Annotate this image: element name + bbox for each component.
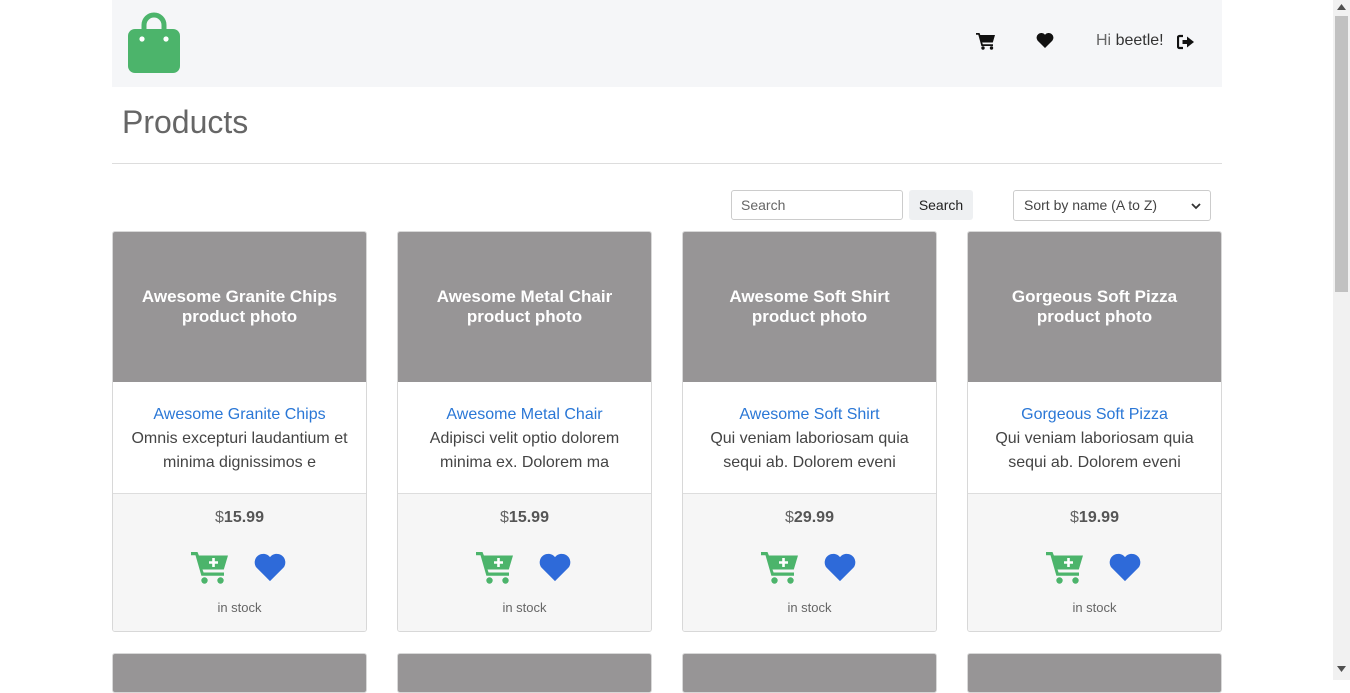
scroll-down-arrow-icon[interactable] [1337, 666, 1346, 672]
product-card-footer: $15.99 in stock [113, 494, 366, 631]
product-description: Adipisci velit optio dolorem minima ex. … [429, 430, 620, 471]
product-card-partial[interactable] [397, 653, 652, 693]
stock-status: in stock [502, 600, 547, 615]
scrollbar-thumb[interactable] [1335, 16, 1348, 292]
chevron-down-icon [1191, 203, 1201, 210]
product-description: Qui veniam laboriosam quia sequi ab. Dol… [995, 430, 1194, 471]
heart-icon[interactable] [1108, 552, 1142, 583]
product-card-body: Gorgeous Soft Pizza Qui veniam laboriosa… [968, 382, 1221, 494]
cart-plus-icon[interactable] [1046, 550, 1084, 584]
product-card: Awesome Metal Chair product photo Awesom… [397, 231, 652, 632]
product-photo[interactable]: Awesome Granite Chips product photo [113, 232, 366, 382]
heart-icon[interactable] [823, 552, 857, 583]
stock-status: in stock [1072, 600, 1117, 615]
price-currency: $ [500, 509, 509, 526]
scroll-up-arrow-icon[interactable] [1337, 4, 1346, 10]
product-card-footer: $19.99 in stock [968, 494, 1221, 631]
product-card-partial[interactable] [967, 653, 1222, 693]
sort-select[interactable]: Sort by name (A to Z) [1013, 190, 1211, 221]
sign-out-icon[interactable] [1177, 34, 1195, 50]
navbar: Hi beetle! [112, 0, 1222, 87]
product-name-link[interactable]: Awesome Granite Chips [129, 382, 350, 427]
heart-icon[interactable] [253, 552, 287, 583]
title-divider [112, 163, 1222, 164]
vertical-scrollbar[interactable] [1333, 0, 1350, 680]
product-photo[interactable]: Gorgeous Soft Pizza product photo [968, 232, 1221, 382]
cart-icon[interactable] [976, 32, 996, 50]
price-currency: $ [215, 509, 224, 526]
page-title: Products [122, 104, 249, 140]
product-card: Gorgeous Soft Pizza product photo Gorgeo… [967, 231, 1222, 632]
product-card-body: Awesome Metal Chair Adipisci velit optio… [398, 382, 651, 494]
product-photo[interactable]: Awesome Soft Shirt product photo [683, 232, 936, 382]
price-currency: $ [1070, 509, 1079, 526]
price-amount: 29.99 [793, 509, 834, 526]
stock-status: in stock [217, 600, 262, 615]
product-price: $19.99 [968, 509, 1221, 527]
sort-selected-value: Sort by name (A to Z) [1024, 197, 1158, 213]
product-card-footer: $29.99 in stock [683, 494, 936, 631]
heart-icon[interactable] [1036, 32, 1054, 49]
greeting-prefix: Hi [1096, 32, 1112, 49]
product-card-partial[interactable] [112, 653, 367, 693]
search-input[interactable] [731, 190, 903, 220]
price-currency: $ [785, 509, 794, 526]
price-amount: 15.99 [223, 509, 264, 526]
product-description: Omnis excepturi laudantium et minima dig… [131, 430, 348, 471]
heart-icon[interactable] [538, 552, 572, 583]
user-greeting: Hi beetle! [1096, 32, 1164, 50]
cart-plus-icon[interactable] [191, 550, 229, 584]
product-price: $15.99 [398, 509, 651, 527]
product-photo-label: Awesome Metal Chair product photo [436, 287, 613, 326]
product-description: Qui veniam laboriosam quia sequi ab. Dol… [710, 430, 909, 471]
username: beetle! [1115, 32, 1164, 49]
shopping-bag-logo-icon[interactable] [128, 12, 180, 74]
product-price: $15.99 [113, 509, 366, 527]
price-amount: 19.99 [1078, 509, 1119, 526]
product-card-body: Awesome Granite Chips Omnis excepturi la… [113, 382, 366, 494]
stock-status: in stock [787, 600, 832, 615]
product-card-footer: $15.99 in stock [398, 494, 651, 631]
cart-plus-icon[interactable] [761, 550, 799, 584]
product-card: Awesome Soft Shirt product photo Awesome… [682, 231, 937, 632]
product-photo-label: Awesome Granite Chips product photo [141, 287, 338, 326]
product-name-link[interactable]: Gorgeous Soft Pizza [984, 382, 1205, 427]
product-photo[interactable]: Awesome Metal Chair product photo [398, 232, 651, 382]
product-price: $29.99 [683, 509, 936, 527]
product-photo-label: Gorgeous Soft Pizza product photo [1011, 287, 1178, 326]
product-card-partial[interactable] [682, 653, 937, 693]
search-button[interactable]: Search [909, 190, 973, 220]
page-container: Hi beetle! Products Search Sort by name … [112, 0, 1222, 693]
product-photo-label: Awesome Soft Shirt product photo [729, 287, 890, 326]
cart-plus-icon[interactable] [476, 550, 514, 584]
product-card-body: Awesome Soft Shirt Qui veniam laboriosam… [683, 382, 936, 494]
product-name-link[interactable]: Awesome Soft Shirt [699, 382, 920, 427]
price-amount: 15.99 [508, 509, 549, 526]
product-name-link[interactable]: Awesome Metal Chair [414, 382, 635, 427]
product-card: Awesome Granite Chips product photo Awes… [112, 231, 367, 632]
